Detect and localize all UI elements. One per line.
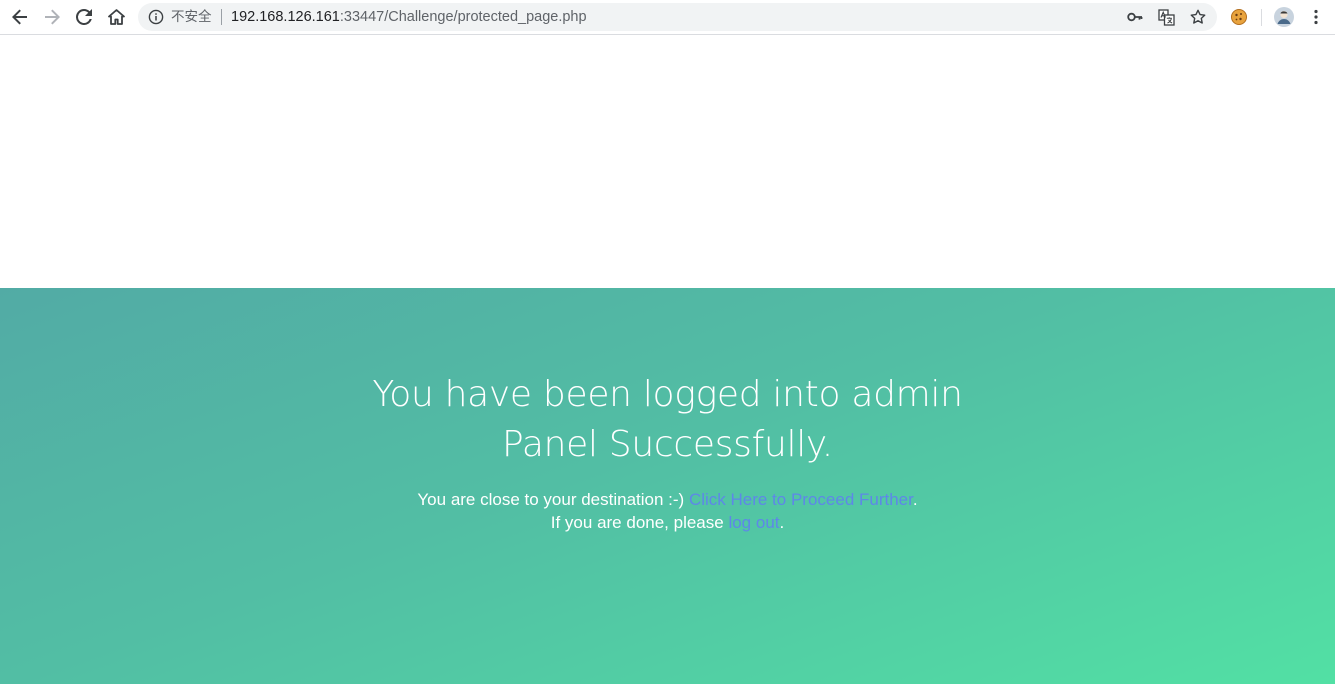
url-path: :33447/Challenge/protected_page.php <box>339 9 587 25</box>
toolbar-divider <box>1261 9 1262 26</box>
back-button[interactable] <box>7 4 33 30</box>
logout-message: If you are done, please log out. <box>0 511 1335 534</box>
reload-icon <box>76 9 92 25</box>
title-line-1: You have been logged into admin <box>372 374 963 415</box>
success-banner: You have been logged into admin Panel Su… <box>0 288 1335 684</box>
proceed-text: You are close to your destination :-) <box>417 490 689 509</box>
bookmark-button[interactable] <box>1189 8 1207 26</box>
key-icon <box>1127 12 1143 22</box>
cookie-icon <box>1231 9 1247 25</box>
logout-period: . <box>779 513 785 532</box>
translate-button[interactable] <box>1157 8 1175 26</box>
proceed-message: You are close to your destination :-) Cl… <box>0 488 1335 511</box>
translate-icon <box>1157 8 1175 26</box>
url-host: 192.168.126.161 <box>231 9 340 25</box>
proceed-link[interactable]: Click Here to Proceed Further <box>689 490 913 509</box>
avatar-icon <box>1274 7 1294 27</box>
url-text[interactable]: 192.168.126.161:33447/Challenge/protecte… <box>231 8 587 26</box>
arrow-right-icon <box>45 9 60 25</box>
cookie-extension-button[interactable] <box>1229 7 1249 27</box>
page-content: You have been logged into admin Panel Su… <box>0 36 1335 684</box>
security-status: 不安全 <box>171 9 212 25</box>
address-bar[interactable]: 不安全 192.168.126.161:33447/Challenge/prot… <box>138 3 1217 31</box>
blank-header-area <box>0 36 1335 288</box>
title-line-2: Panel Successfully. <box>502 424 833 465</box>
omnibox-divider <box>221 9 222 25</box>
reload-button[interactable] <box>71 4 97 30</box>
forward-button[interactable] <box>39 4 65 30</box>
kebab-menu-icon <box>1314 9 1318 25</box>
logout-link[interactable]: log out <box>728 513 779 532</box>
browser-toolbar: 不安全 192.168.126.161:33447/Challenge/prot… <box>0 0 1335 35</box>
page-title: You have been logged into admin Panel Su… <box>0 370 1335 470</box>
info-icon[interactable] <box>148 9 164 25</box>
home-icon <box>107 9 125 25</box>
star-icon <box>1190 9 1206 24</box>
password-key-button[interactable] <box>1126 8 1144 26</box>
profile-button[interactable] <box>1273 6 1295 28</box>
proceed-period: . <box>912 490 918 509</box>
home-button[interactable] <box>103 4 129 30</box>
arrow-left-icon <box>12 9 27 25</box>
browser-menu-button[interactable] <box>1306 7 1326 27</box>
logout-text: If you are done, please <box>550 513 729 532</box>
